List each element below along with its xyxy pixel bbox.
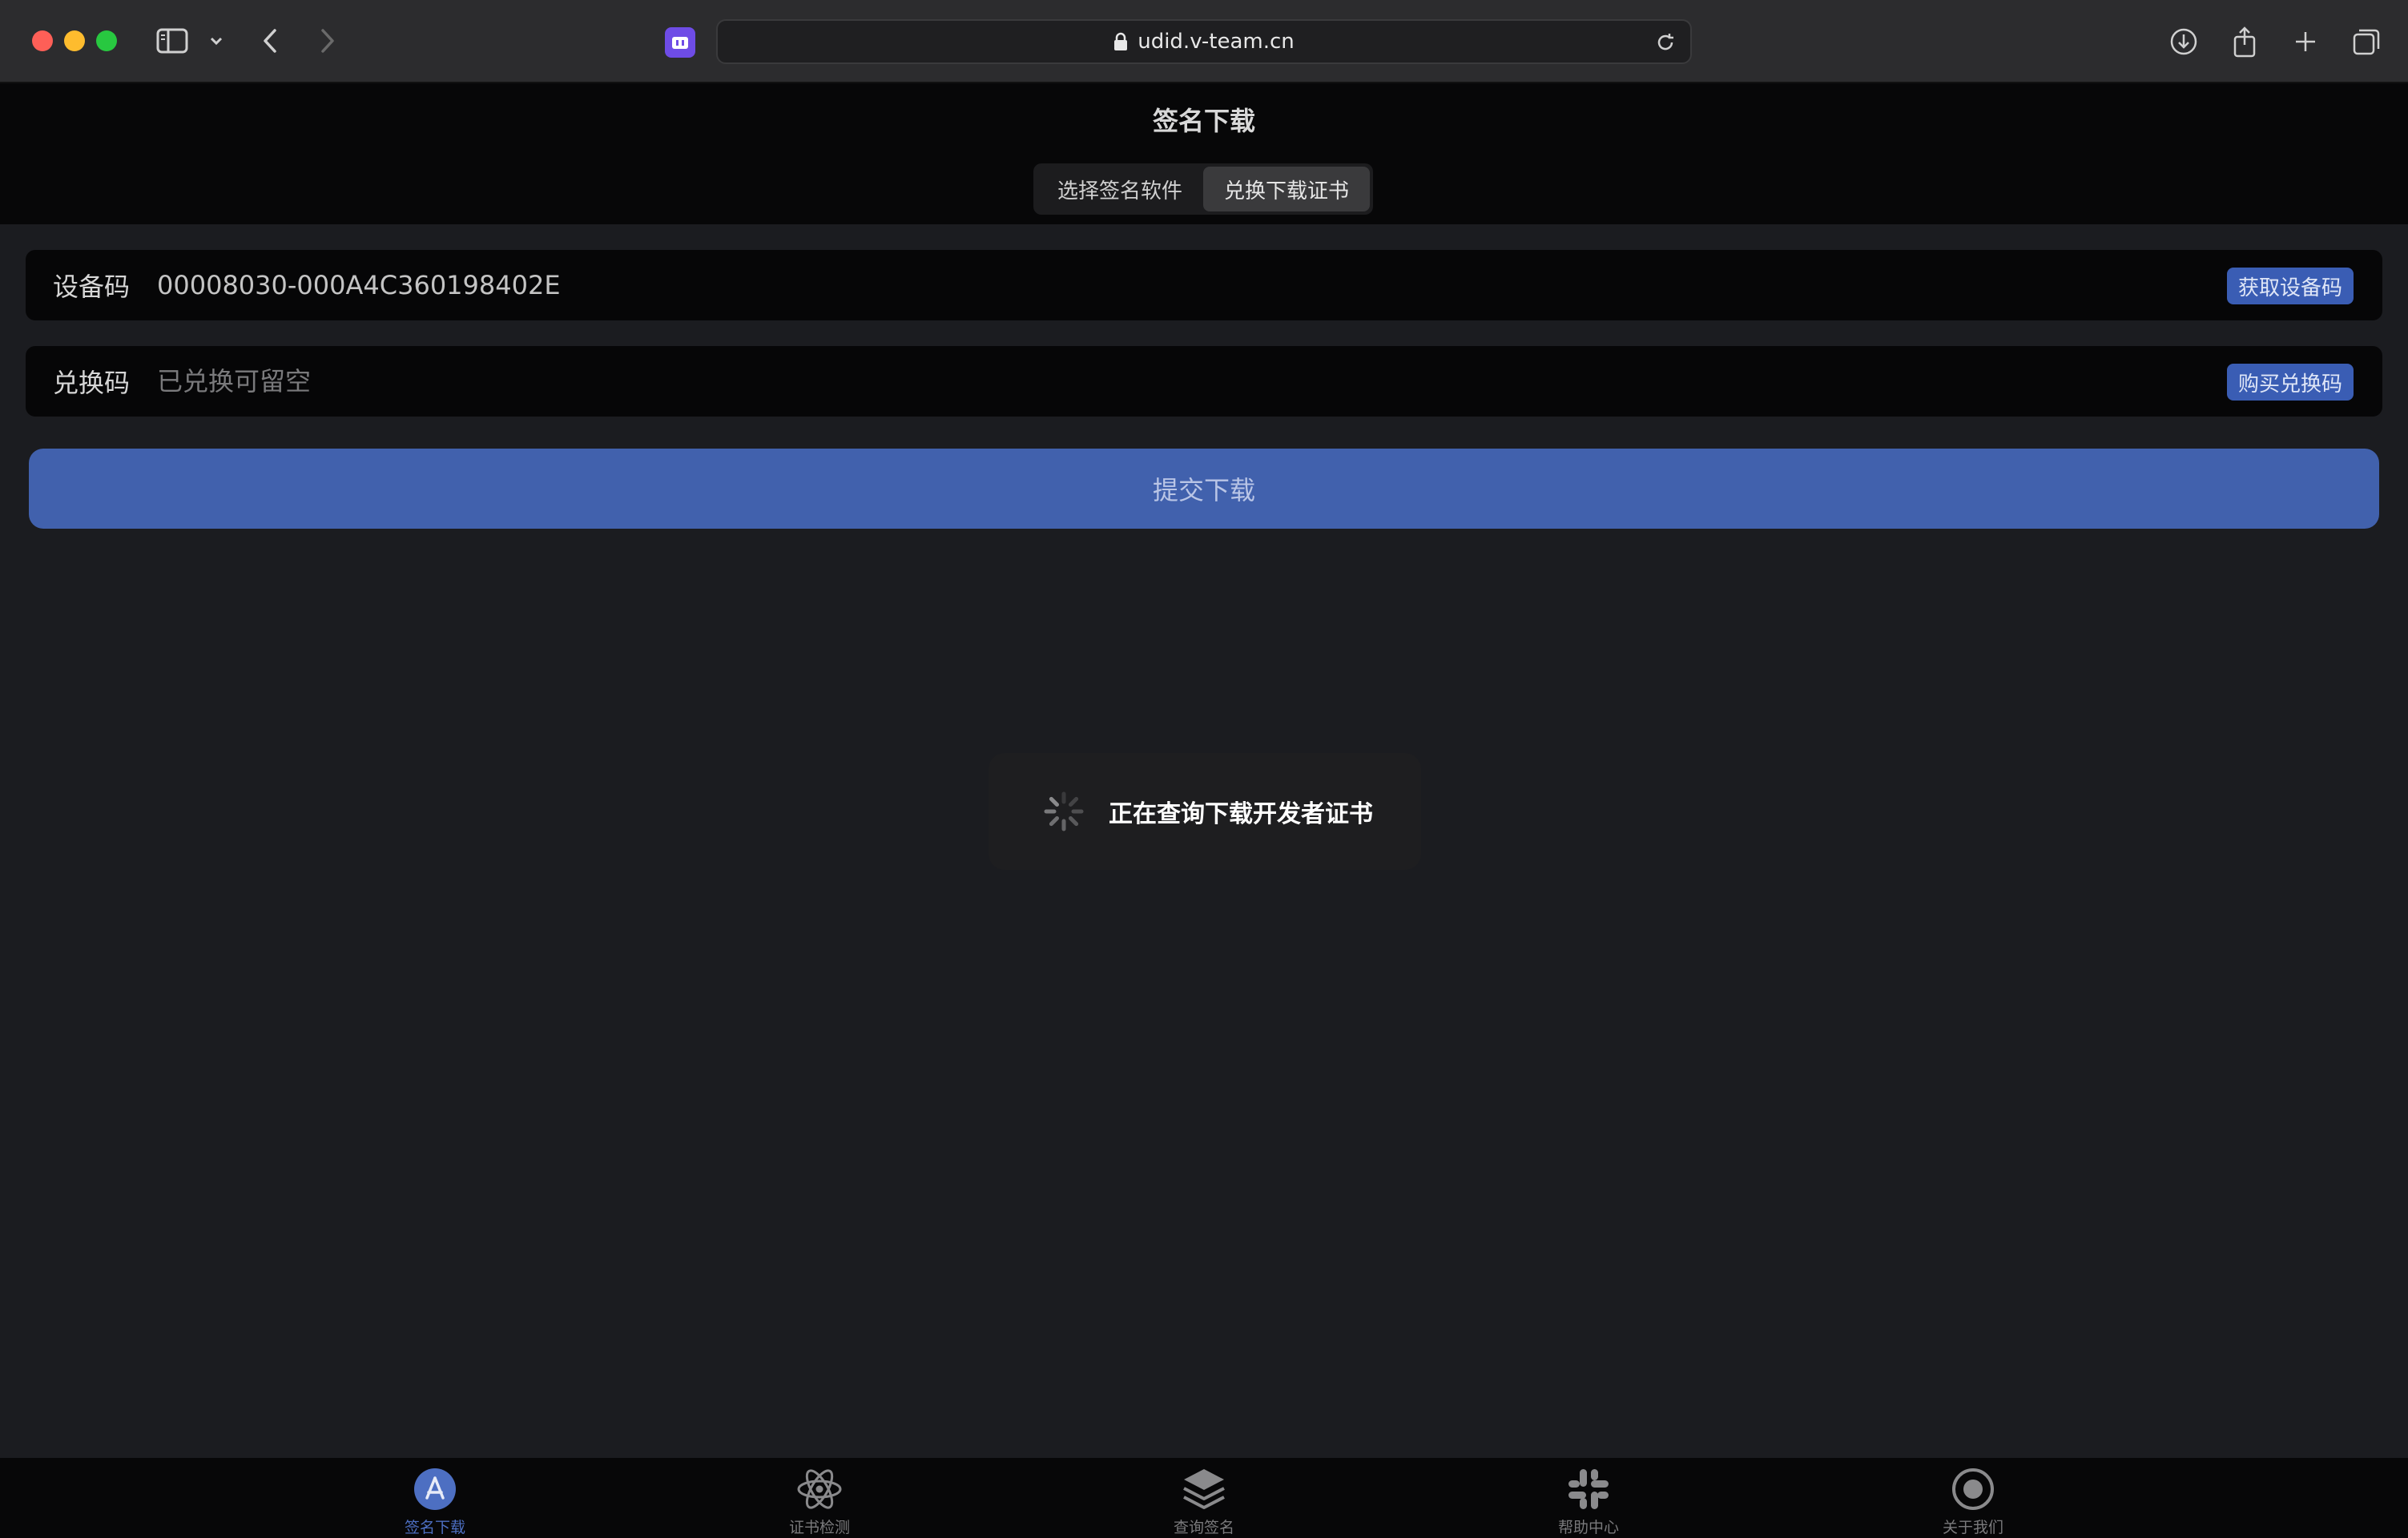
app-store-icon (412, 1466, 458, 1512)
loading-toast: 正在查询下载开发者证书 (989, 753, 1421, 870)
redeem-code-label: 兑换码 (53, 368, 131, 398)
browser-window: udid.v-team.cn 签名下载 选择签名软件 兑换下载证书 设备码 00… (0, 0, 2408, 1538)
new-tab-icon[interactable] (2285, 21, 2326, 62)
tab-label: 签名下载 (404, 1519, 465, 1536)
tab-sign-download[interactable]: 签名下载 (355, 1466, 515, 1538)
submit-download-button[interactable]: 提交下载 (29, 449, 2379, 529)
minimize-window-button[interactable] (64, 30, 85, 51)
tab-redeem-certificate[interactable]: 兑换下载证书 (1203, 167, 1370, 211)
chevron-down-icon[interactable] (200, 21, 232, 61)
reload-icon[interactable] (1652, 29, 1679, 56)
tab-label: 帮助中心 (1557, 1519, 1619, 1536)
zoom-window-button[interactable] (96, 30, 117, 51)
close-window-button[interactable] (32, 30, 53, 51)
share-icon[interactable] (2224, 21, 2265, 62)
sidebar-toggle-icon[interactable] (152, 21, 192, 61)
tab-label: 证书检测 (788, 1519, 850, 1536)
redeem-code-field: 兑换码 购买兑换码 (26, 346, 2382, 417)
tab-help-center[interactable]: 帮助中心 (1508, 1466, 1669, 1538)
loading-spinner-icon (1044, 791, 1084, 831)
device-code-label: 设备码 (53, 272, 131, 302)
target-icon (1950, 1466, 1996, 1512)
device-code-field: 设备码 00008030-000A4C360198402E 获取设备码 (26, 250, 2382, 320)
get-device-code-button[interactable]: 获取设备码 (2227, 268, 2354, 304)
buy-redeem-code-button[interactable]: 购买兑换码 (2227, 364, 2354, 401)
tab-about-us[interactable]: 关于我们 (1893, 1466, 2053, 1538)
forward-icon[interactable] (308, 21, 348, 61)
bottom-tab-bar: 签名下载 证书检测 查询签名 帮助中心 关于我们 (0, 1458, 2408, 1538)
segmented-control: 选择签名软件 兑换下载证书 (1033, 163, 1373, 215)
device-code-value[interactable]: 00008030-000A4C360198402E (157, 270, 2355, 300)
slack-icon (1565, 1466, 1612, 1512)
page-header: 签名下载 选择签名软件 兑换下载证书 (0, 83, 2408, 224)
url-text: udid.v-team.cn (1138, 30, 1295, 54)
loading-message: 正在查询下载开发者证书 (1109, 800, 1373, 828)
page-title: 签名下载 (1152, 106, 1255, 136)
tab-label: 查询签名 (1173, 1519, 1234, 1536)
browser-toolbar: udid.v-team.cn (0, 0, 2408, 83)
atom-icon (796, 1466, 843, 1512)
tab-query-sign[interactable]: 查询签名 (1124, 1466, 1284, 1538)
downloads-icon[interactable] (2163, 21, 2205, 62)
tab-label: 关于我们 (1942, 1519, 2003, 1536)
redeem-code-input[interactable] (157, 366, 2355, 397)
layers-icon (1181, 1466, 1227, 1512)
address-bar[interactable]: udid.v-team.cn (716, 19, 1692, 64)
back-icon[interactable] (250, 21, 290, 61)
tab-select-software[interactable]: 选择签名软件 (1037, 167, 1203, 211)
tab-cert-check[interactable]: 证书检测 (739, 1466, 900, 1538)
tab-overview-icon[interactable] (2346, 21, 2387, 62)
extension-icon[interactable] (665, 27, 695, 58)
lock-icon (1113, 32, 1128, 51)
